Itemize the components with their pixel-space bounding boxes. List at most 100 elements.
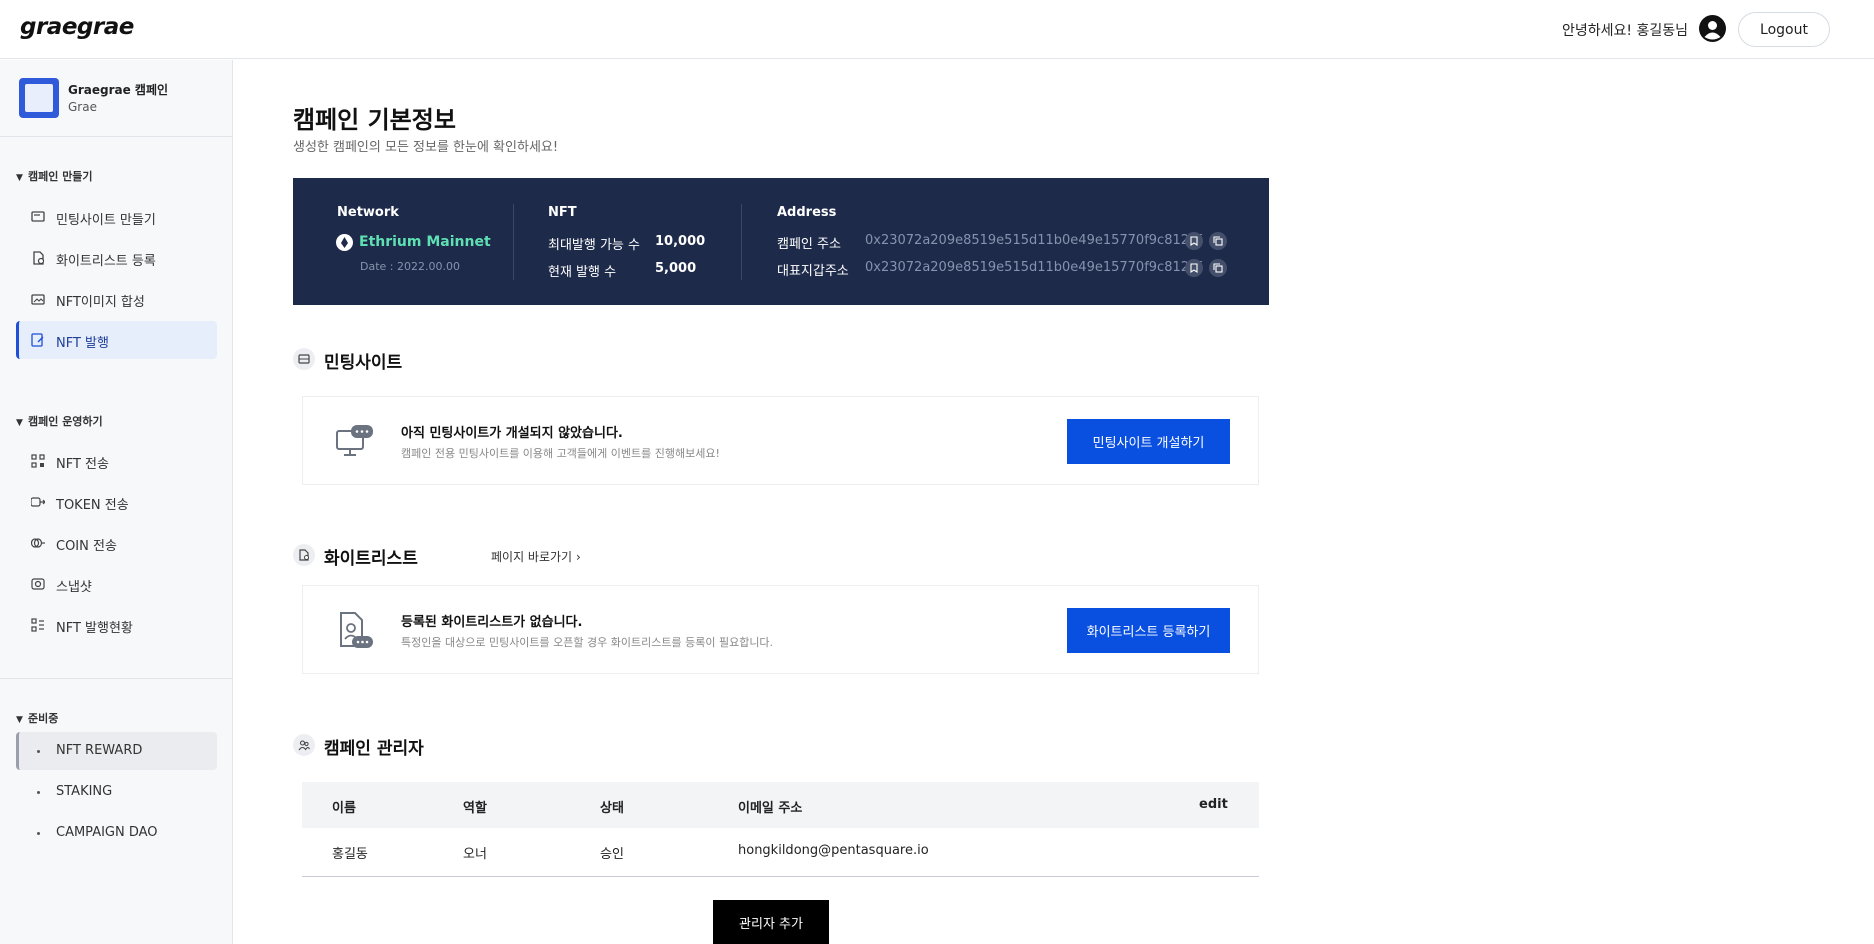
- chevron-down-icon: ▼: [16, 715, 23, 725]
- bookmark-button[interactable]: [1185, 232, 1203, 250]
- page-title: 캠페인 기본정보: [293, 106, 456, 134]
- current-issue-label: 현재 발행 수: [548, 265, 617, 280]
- sidebar-divider: [0, 678, 232, 679]
- top-bar: graegrae 안녕하세요! 홍길동님 Logout: [0, 0, 1874, 59]
- campaign-sub: Grae: [68, 100, 97, 114]
- network-name: Ethrium Mainnet: [359, 234, 491, 250]
- minting-empty-card: 아직 민팅사이트가 개설되지 않았습니다. 캠페인 전용 민팅사이트를 이용해 …: [302, 396, 1259, 485]
- copy-button[interactable]: [1209, 259, 1227, 277]
- column-email: 이메일 주소: [738, 801, 803, 816]
- sidebar-item-campaign-dao[interactable]: CAMPAIGN DAO: [16, 814, 217, 852]
- table-header: 이름 역할 상태 이메일 주소 edit: [302, 782, 1259, 828]
- sidebar-item-label: NFT 발행현황: [56, 621, 133, 636]
- whitelist-empty-card: 등록된 화이트리스트가 없습니다. 특정인을 대상으로 민팅사이트를 오픈할 경…: [302, 585, 1259, 674]
- table-row-divider: [302, 876, 1259, 877]
- sidebar-item-label: CAMPAIGN DAO: [56, 825, 158, 840]
- group-coming-soon[interactable]: ▼ 준비중: [16, 710, 58, 726]
- chevron-right-icon: ›: [575, 550, 581, 564]
- bullet-dot-icon: [37, 791, 40, 794]
- sidebar-item-label: NFT 전송: [56, 457, 109, 472]
- campaign-thumbnail: [19, 78, 59, 118]
- sidebar-item-token-transfer[interactable]: TOKEN 전송: [16, 483, 217, 521]
- admin-name: 홍길동: [332, 847, 368, 862]
- whitelist-icon: [33, 251, 45, 265]
- admins-section-icon: [293, 734, 315, 756]
- wallet-address-value: 0x23072a209e8519e515d11b0e49e15770f9c812…: [865, 260, 1202, 275]
- nft-heading: NFT: [548, 205, 577, 220]
- nft-issue-icon: [31, 333, 44, 347]
- sidebar-item-nft-issue[interactable]: NFT 발행: [16, 321, 217, 359]
- sidebar-item-label: NFT이미지 합성: [56, 295, 145, 310]
- nft-transfer-icon: [31, 454, 45, 468]
- add-admin-button[interactable]: 관리자 추가: [713, 900, 829, 944]
- bookmark-icon: [1190, 236, 1198, 246]
- whitelist-illustration-icon: [340, 612, 373, 648]
- register-whitelist-button[interactable]: 화이트리스트 등록하기: [1067, 608, 1230, 653]
- token-transfer-icon: [31, 497, 45, 507]
- sidebar-item-nft-image-compose[interactable]: NFT이미지 합성: [16, 280, 217, 318]
- page-subtitle: 생성한 캠페인의 모든 정보를 한눈에 확인하세요!: [293, 140, 559, 155]
- sidebar-item-nft-reward[interactable]: NFT REWARD: [16, 732, 217, 770]
- sidebar-item-snapshot[interactable]: 스냅샷: [16, 565, 217, 603]
- max-issue-label: 최대발행 가능 수: [548, 238, 640, 253]
- sidebar-item-staking[interactable]: STAKING: [16, 773, 217, 811]
- ethereum-icon: [336, 234, 353, 251]
- open-minting-site-button[interactable]: 민팅사이트 개설하기: [1067, 419, 1230, 464]
- wallet-address-label: 대표지갑주소: [777, 264, 849, 279]
- copy-icon: [1213, 263, 1223, 273]
- column-status: 상태: [600, 801, 624, 816]
- campaign-address-label: 캠페인 주소: [777, 237, 841, 252]
- sidebar-item-whitelist[interactable]: 화이트리스트 등록: [16, 239, 217, 277]
- column-name: 이름: [332, 801, 356, 816]
- user-avatar-icon[interactable]: [1699, 15, 1726, 42]
- current-issue-value: 5,000: [655, 261, 697, 276]
- chevron-down-icon: ▼: [16, 173, 23, 183]
- minting-section-icon: [293, 348, 315, 370]
- admin-email: hongkildong@pentasquare.io: [738, 843, 929, 858]
- whitelist-empty-desc: 특정인을 대상으로 민팅사이트를 오픈할 경우 화이트리스트를 등록이 필요합니…: [401, 636, 774, 649]
- bullet-dot-icon: [37, 832, 40, 835]
- whitelist-empty-title: 등록된 화이트리스트가 없습니다.: [401, 615, 583, 630]
- logout-button[interactable]: Logout: [1738, 12, 1830, 47]
- sidebar-item-coin-transfer[interactable]: COIN 전송: [16, 524, 217, 562]
- campaign-address-value: 0x23072a209e8519e515d11b0e49e15770f9c812…: [865, 233, 1202, 248]
- campaign-selector[interactable]: Graegrae 캠페인 Grae: [0, 60, 232, 137]
- sidebar-item-issue-status[interactable]: NFT 발행현황: [16, 606, 217, 644]
- sidebar: Graegrae 캠페인 Grae ▼ 캠페인 만들기 민팅사이트 만들기 화이트…: [0, 60, 233, 944]
- snapshot-icon: [31, 578, 45, 590]
- sidebar-item-label: COIN 전송: [56, 539, 117, 554]
- copy-icon: [1213, 236, 1223, 246]
- network-heading: Network: [337, 205, 399, 220]
- sidebar-item-label: STAKING: [56, 784, 113, 799]
- issue-status-icon: [31, 618, 44, 632]
- chevron-down-icon: ▼: [16, 418, 23, 428]
- sidebar-item-label: NFT 발행: [56, 336, 109, 351]
- group-campaign-create[interactable]: ▼ 캠페인 만들기: [16, 168, 93, 184]
- copy-button[interactable]: [1209, 232, 1227, 250]
- column-edit: edit: [1199, 797, 1228, 812]
- panel-divider: [513, 204, 514, 280]
- coin-transfer-icon: [31, 538, 45, 548]
- minting-site-icon: [31, 211, 45, 222]
- sidebar-item-label: 스냅샷: [56, 580, 92, 595]
- admin-status: 승인: [600, 847, 624, 862]
- main-content: 캠페인 기본정보 생성한 캠페인의 모든 정보를 한눈에 확인하세요! Netw…: [234, 60, 1874, 944]
- panel-divider: [741, 204, 742, 280]
- sidebar-item-minting-site[interactable]: 민팅사이트 만들기: [16, 198, 217, 236]
- bookmark-button[interactable]: [1185, 259, 1203, 277]
- campaign-info-panel: Network Ethrium Mainnet Date : 2022.00.0…: [293, 178, 1269, 305]
- campaign-name: Graegrae 캠페인: [68, 83, 169, 97]
- sidebar-item-label: TOKEN 전송: [56, 498, 129, 513]
- whitelist-section-icon: [293, 544, 315, 566]
- admin-role: 오너: [463, 847, 487, 862]
- network-date: Date : 2022.00.00: [360, 260, 460, 273]
- minting-site-illustration-icon: [336, 425, 373, 456]
- user-greeting: 안녕하세요! 홍길동님: [1562, 23, 1688, 39]
- bookmark-icon: [1190, 263, 1198, 273]
- minting-empty-title: 아직 민팅사이트가 개설되지 않았습니다.: [401, 426, 623, 441]
- group-campaign-operate[interactable]: ▼ 캠페인 운영하기: [16, 413, 103, 429]
- sidebar-item-nft-transfer[interactable]: NFT 전송: [16, 442, 217, 480]
- app-logo[interactable]: graegrae: [20, 14, 134, 40]
- column-role: 역할: [463, 801, 487, 816]
- whitelist-page-link[interactable]: 페이지 바로가기 ›: [491, 548, 581, 565]
